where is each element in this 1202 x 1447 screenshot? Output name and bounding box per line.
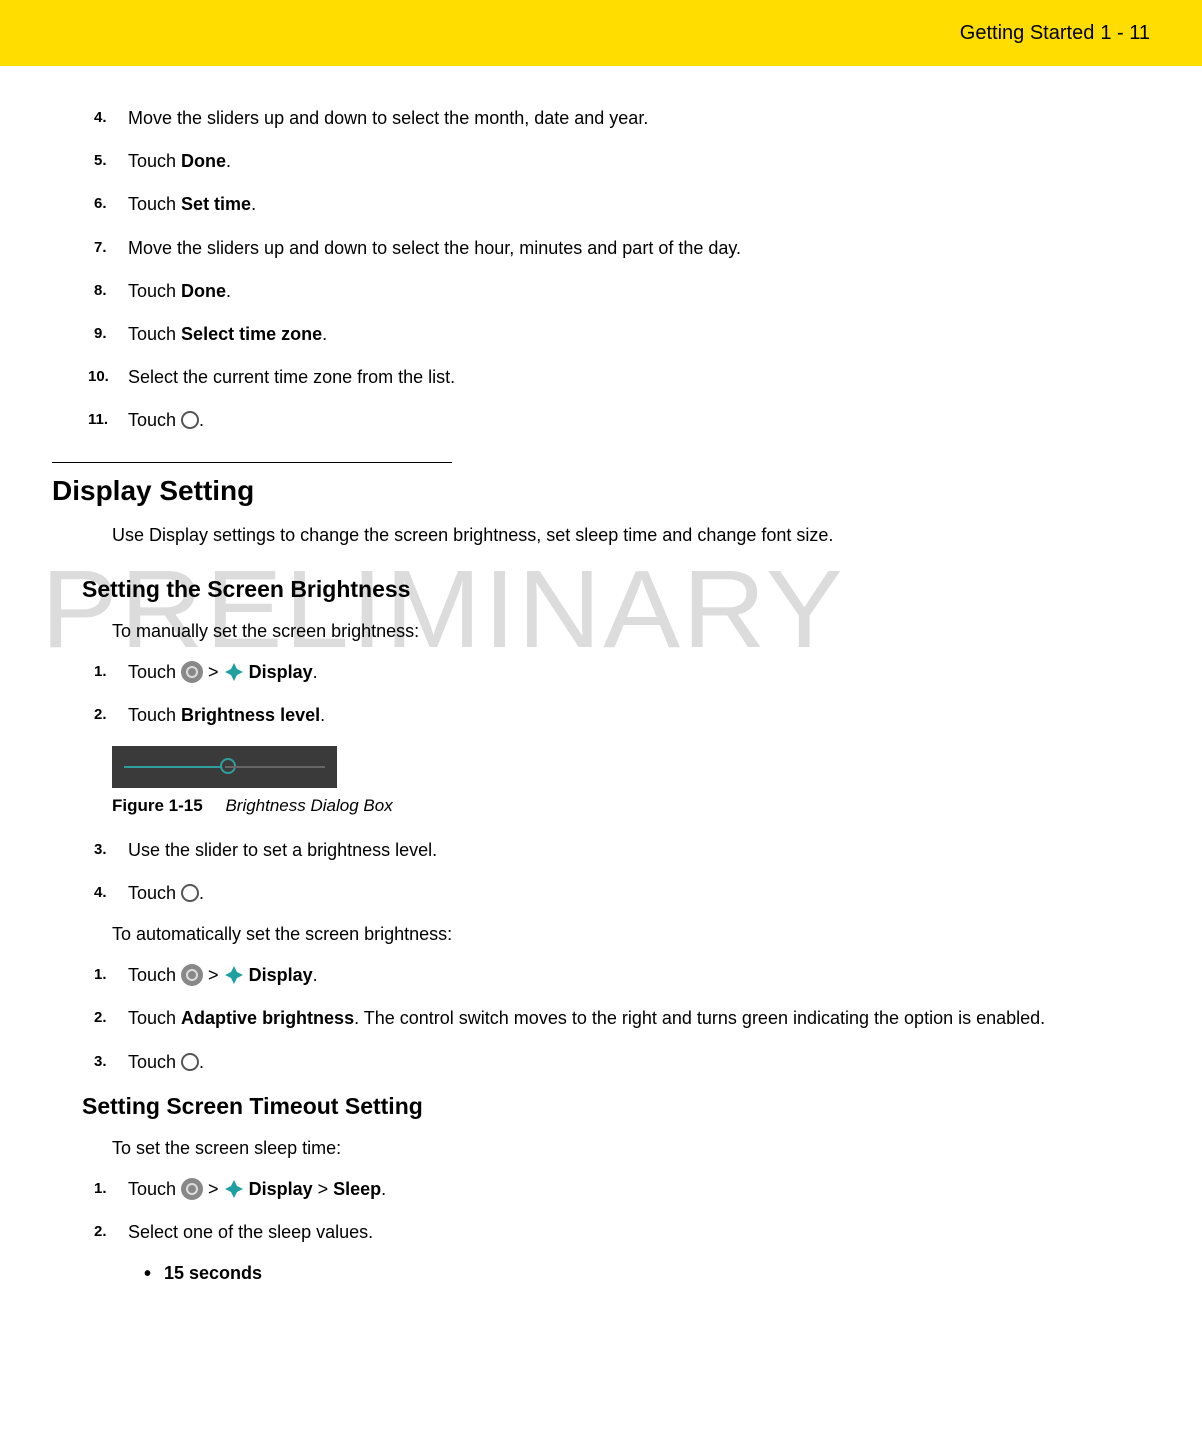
brightness-heading: Setting the Screen Brightness [82, 576, 1150, 603]
home-circle-icon [181, 411, 199, 429]
list-item: 2.Select one of the sleep values. [128, 1220, 1150, 1245]
display-setting-heading: Display Setting [52, 475, 1150, 507]
display-icon [224, 1179, 244, 1199]
list-item: 5.Touch Done. [128, 149, 1150, 174]
brightness-manual-steps-2: 3.Use the slider to set a brightness lev… [52, 838, 1150, 906]
step-number: 1. [94, 964, 107, 985]
bullet-value: 15 seconds [164, 1263, 262, 1283]
brightness-slider-track [124, 766, 325, 768]
home-circle-icon [181, 884, 199, 902]
figure-label: Figure 1-15 [112, 796, 203, 815]
brightness-auto-steps: 1.Touch > Display. 2.Touch Adaptive brigh… [52, 963, 1150, 1075]
step-number: 1. [94, 661, 107, 682]
list-item: 11.Touch . [128, 408, 1150, 433]
header-section-name: Getting Started [960, 22, 1095, 45]
step-number: 11. [88, 409, 108, 430]
brightness-auto-intro: To automatically set the screen brightne… [112, 924, 1150, 945]
list-item: 1.Touch > Display > Sleep. [128, 1177, 1150, 1202]
step-bold-term: Set time [181, 194, 251, 214]
step-number: 4. [94, 882, 107, 903]
brightness-manual-steps-1: 1.Touch > Display. 2.Touch Brightness lev… [52, 660, 1150, 728]
timeout-steps: 1.Touch > Display > Sleep. 2.Select one o… [52, 1177, 1150, 1245]
step-bold-term: Brightness level [181, 705, 320, 725]
list-item: 2.Touch Adaptive brightness. The control… [128, 1006, 1150, 1031]
display-icon [224, 662, 244, 682]
step-number: 3. [94, 1051, 107, 1072]
brightness-figure [112, 746, 1150, 788]
figure-title: Brightness Dialog Box [225, 796, 392, 815]
step-number: 2. [94, 1007, 107, 1028]
list-item: 10.Select the current time zone from the… [128, 365, 1150, 390]
home-circle-icon [181, 1053, 199, 1071]
display-icon [224, 965, 244, 985]
step-number: 1. [94, 1178, 107, 1199]
settings-gear-icon [181, 1178, 203, 1200]
list-item: 15 seconds [164, 1263, 1150, 1284]
section-divider [52, 462, 452, 463]
step-number: 9. [94, 323, 107, 344]
figure-caption: Figure 1-15 Brightness Dialog Box [112, 796, 1150, 816]
display-label: Display [249, 965, 313, 985]
step-number: 4. [94, 107, 107, 128]
sleep-values-list: 15 seconds [52, 1263, 1150, 1284]
brightness-slider-screenshot [112, 746, 337, 788]
step-bold-term: Adaptive brightness [181, 1008, 354, 1028]
step-number: 7. [94, 237, 107, 258]
timeout-intro: To set the screen sleep time: [112, 1138, 1150, 1159]
step-number: 5. [94, 150, 107, 171]
settings-gear-icon [181, 661, 203, 683]
list-item: 4.Touch . [128, 881, 1150, 906]
step-bold-term: Select time zone [181, 324, 322, 344]
step-bold-term: Done [181, 151, 226, 171]
timeout-heading: Setting Screen Timeout Setting [82, 1093, 1150, 1120]
list-item: 8.Touch Done. [128, 279, 1150, 304]
display-label: Display [249, 1179, 313, 1199]
settings-gear-icon [181, 964, 203, 986]
list-item: 4.Move the sliders up and down to select… [128, 106, 1150, 131]
step-number: 2. [94, 704, 107, 725]
display-label: Display [249, 662, 313, 682]
list-item: 2.Touch Brightness level. [128, 703, 1150, 728]
list-item: 1.Touch > Display. [128, 660, 1150, 685]
list-item: 7.Move the sliders up and down to select… [128, 236, 1150, 261]
list-item: 9.Touch Select time zone. [128, 322, 1150, 347]
brightness-slider-thumb-icon [220, 758, 236, 774]
list-item: 1.Touch > Display. [128, 963, 1150, 988]
step-number: 10. [88, 366, 109, 387]
page-header: Getting Started 1 - 11 [0, 0, 1202, 66]
step-bold-term: Done [181, 281, 226, 301]
list-item: 6.Touch Set time. [128, 192, 1150, 217]
list-item: 3.Use the slider to set a brightness lev… [128, 838, 1150, 863]
list-item: 3.Touch . [128, 1050, 1150, 1075]
step-number: 3. [94, 839, 107, 860]
sleep-label: Sleep [333, 1179, 381, 1199]
header-page-number: 1 - 11 [1100, 22, 1150, 45]
step-number: 6. [94, 193, 107, 214]
brightness-manual-intro: To manually set the screen brightness: [112, 621, 1150, 642]
step-number: 8. [94, 280, 107, 301]
time-steps-list: 4.Move the sliders up and down to select… [52, 106, 1150, 434]
step-number: 2. [94, 1221, 107, 1242]
display-setting-intro: Use Display settings to change the scree… [112, 525, 1150, 546]
